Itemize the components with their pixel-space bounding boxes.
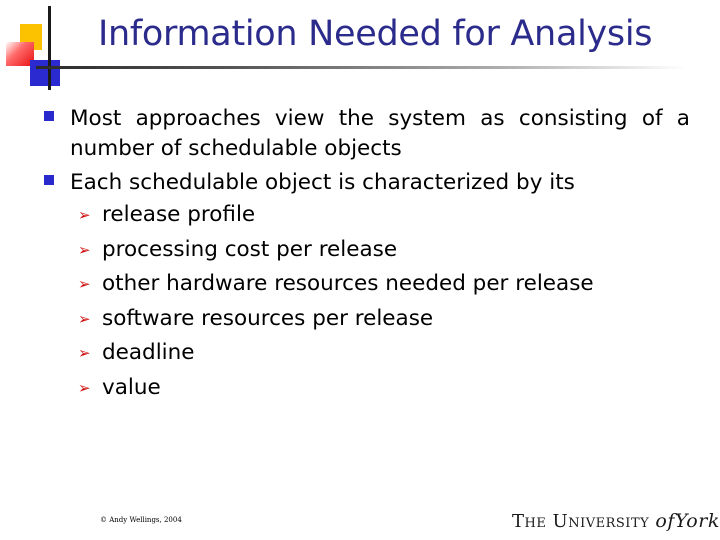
arrow-bullet-icon: ➢	[78, 309, 91, 328]
sub-bullet-item: ➢ deadline	[0, 336, 720, 371]
decor-vertical-line	[48, 6, 51, 90]
sub-bullet-item: ➢ processing cost per release	[0, 233, 720, 268]
logo-name: York	[674, 510, 720, 532]
sub-bullet-text: deadline	[102, 340, 195, 365]
arrow-bullet-icon: ➢	[78, 344, 91, 362]
slide-title: Information Needed for Analysis	[98, 14, 653, 54]
title-underline	[36, 66, 686, 69]
sub-bullet-item: ➢ value	[0, 371, 720, 406]
copyright-footer: © Andy Wellings, 2004	[100, 516, 182, 524]
arrow-bullet-icon: ➢	[78, 378, 91, 397]
bullet-text: Each schedulable object is characterized…	[70, 170, 575, 195]
bullet-item: Each schedulable object is characterized…	[0, 168, 720, 198]
sub-bullet-text: release profile	[102, 202, 256, 227]
bullet-text: Most approaches view the system as consi…	[70, 106, 690, 161]
arrow-bullet-icon: ➢	[78, 206, 91, 224]
university-logo: The University ofYork	[512, 510, 720, 532]
sub-bullet-text: software resources per release	[102, 305, 434, 331]
decor-blue-square	[30, 60, 60, 86]
sub-bullet-text: processing cost per release	[102, 236, 398, 262]
bullet-item: Most approaches view the system as consi…	[0, 104, 720, 164]
sub-bullet-item: ➢ release profile	[0, 198, 720, 233]
slide-body: Most approaches view the system as consi…	[0, 104, 720, 405]
sub-bullet-item: ➢ other hardware resources needed per re…	[0, 267, 720, 302]
sub-bullet-text: other hardware resources needed per rele…	[102, 271, 594, 296]
logo-prefix: The University	[512, 511, 656, 532]
sub-bullet-text: value	[102, 374, 161, 400]
arrow-bullet-icon: ➢	[78, 240, 91, 259]
logo-of: of	[655, 510, 675, 532]
square-bullet-icon	[44, 111, 54, 121]
sub-bullet-item: ➢ software resources per release	[0, 302, 720, 337]
arrow-bullet-icon: ➢	[78, 275, 91, 293]
square-bullet-icon	[44, 175, 54, 185]
